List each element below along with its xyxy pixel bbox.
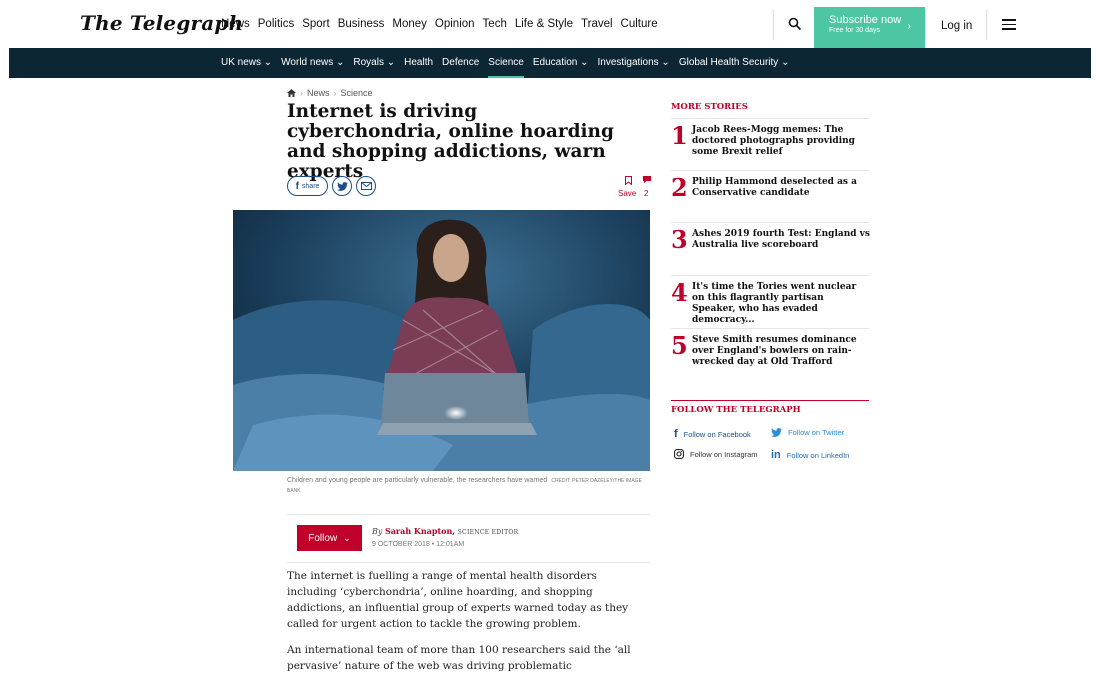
nav-tech[interactable]: Tech: [483, 18, 507, 30]
story-item[interactable]: 5 Steve Smith resumes dominance over Eng…: [671, 328, 869, 380]
follow-instagram-link[interactable]: Follow on Instagram: [674, 449, 758, 459]
home-icon[interactable]: [287, 89, 296, 97]
story-item[interactable]: 1 Jacob Rees-Mogg memes: The doctored ph…: [671, 118, 869, 170]
story-item[interactable]: 2 Philip Hammond deselected as a Conserv…: [671, 170, 869, 222]
follow-facebook-label: Follow on Facebook: [683, 429, 751, 439]
caption-text: Children and young people are particular…: [287, 477, 548, 484]
follow-linkedin-label: Follow on LinkedIn: [786, 450, 850, 460]
save-button[interactable]: Save: [618, 189, 636, 198]
follow-instagram-label: Follow on Instagram: [690, 449, 758, 459]
subnav-world-news[interactable]: World news ⌄: [281, 48, 344, 78]
twitter-icon: [771, 428, 782, 437]
subnav-defence[interactable]: Defence: [442, 48, 479, 78]
subscribe-button[interactable]: Subscribe now Free for 30 days ›: [814, 7, 925, 48]
breadcrumb: › News › Science: [287, 88, 373, 98]
author-role: SCIENCE EDITOR: [457, 529, 519, 536]
follow-author-button[interactable]: Follow ⌄: [297, 525, 362, 551]
story-number: 4: [671, 278, 688, 307]
divider: [287, 514, 650, 515]
breadcrumb-news[interactable]: News: [307, 88, 330, 98]
email-share-button[interactable]: [356, 176, 376, 196]
byline-prefix: By: [372, 527, 383, 536]
breadcrumb-separator: ›: [333, 88, 337, 98]
nav-life-style[interactable]: Life & Style: [515, 18, 573, 30]
story-number: 5: [671, 331, 688, 360]
story-title[interactable]: It's time the Tories went nuclear on thi…: [692, 282, 870, 326]
story-number: 2: [671, 173, 688, 202]
image-caption: Children and young people are particular…: [287, 476, 647, 496]
section-subnav: UK news ⌄ World news ⌄ Royals ⌄ Health D…: [9, 48, 1091, 78]
story-title[interactable]: Ashes 2019 fourth Test: England vs Austr…: [692, 229, 870, 251]
subnav-royals[interactable]: Royals ⌄: [353, 48, 395, 78]
main-nav: News Politics Sport Business Money Opini…: [221, 0, 666, 48]
follow-label: Follow: [308, 532, 338, 544]
more-stories-title: MORE STORIES: [671, 102, 748, 112]
story-number: 1: [671, 121, 688, 150]
article-paragraph: The internet is fuelling a range of ment…: [287, 570, 629, 630]
mail-icon: [360, 182, 372, 190]
story-item[interactable]: 4 It's time the Tories went nuclear on t…: [671, 275, 869, 328]
divider: [925, 10, 926, 40]
article-headline: Internet is driving cyberchondria, onlin…: [287, 101, 614, 182]
nav-opinion[interactable]: Opinion: [435, 18, 475, 30]
share-bar: f share: [287, 176, 376, 196]
divider: [773, 10, 774, 40]
subnav-health[interactable]: Health: [404, 48, 433, 78]
nav-sport[interactable]: Sport: [302, 18, 330, 30]
nav-money[interactable]: Money: [392, 18, 427, 30]
divider: [986, 10, 987, 40]
nav-business[interactable]: Business: [338, 18, 385, 30]
nav-news[interactable]: News: [221, 18, 250, 30]
linkedin-icon: in: [771, 449, 781, 461]
facebook-share-button[interactable]: f share: [287, 176, 328, 196]
hero-image: [233, 210, 650, 471]
follow-linkedin-link[interactable]: in Follow on LinkedIn: [771, 449, 849, 461]
publish-date: 9 OCTOBER 2018 • 12:01AM: [372, 541, 465, 548]
bookmark-icon[interactable]: [625, 176, 632, 185]
subnav-uk-news[interactable]: UK news ⌄: [221, 48, 272, 78]
facebook-icon: f: [674, 428, 678, 440]
nav-culture[interactable]: Culture: [621, 18, 658, 30]
story-item[interactable]: 3 Ashes 2019 fourth Test: England vs Aus…: [671, 222, 870, 275]
byline: By Sarah Knapton, SCIENCE EDITOR: [372, 526, 518, 536]
comment-count[interactable]: 2: [644, 189, 648, 198]
menu-icon[interactable]: [1002, 19, 1016, 30]
twitter-icon: [336, 181, 348, 191]
instagram-icon: [674, 449, 684, 459]
site-header: The Telegraph News Politics Sport Busine…: [0, 0, 1096, 48]
article-paragraph: An international team of more than 100 r…: [287, 644, 631, 672]
nav-travel[interactable]: Travel: [581, 18, 613, 30]
follow-twitter-label: Follow on Twitter: [788, 428, 845, 437]
breadcrumb-science[interactable]: Science: [341, 88, 373, 98]
facebook-icon: f: [295, 180, 299, 192]
follow-telegraph-title: FOLLOW THE TELEGRAPH: [671, 400, 869, 415]
nav-politics[interactable]: Politics: [258, 18, 294, 30]
story-title[interactable]: Steve Smith resumes dominance over Engla…: [692, 335, 870, 368]
subnav-science[interactable]: Science: [488, 48, 524, 78]
breadcrumb-separator: ›: [300, 88, 303, 98]
search-icon[interactable]: [788, 17, 802, 31]
story-title[interactable]: Philip Hammond deselected as a Conservat…: [692, 177, 870, 199]
subnav-global-health-security[interactable]: Global Health Security ⌄: [679, 48, 790, 78]
subnav-education[interactable]: Education ⌄: [533, 48, 589, 78]
twitter-share-button[interactable]: [332, 176, 352, 196]
subnav-investigations[interactable]: Investigations ⌄: [598, 48, 670, 78]
site-logo[interactable]: The Telegraph: [80, 11, 243, 35]
chevron-down-icon: ⌄: [343, 532, 351, 543]
author-name[interactable]: Sarah Knapton,: [385, 526, 455, 536]
story-number: 3: [671, 225, 688, 254]
chevron-right-icon: ›: [907, 21, 911, 32]
comment-icon[interactable]: [643, 176, 651, 184]
story-title[interactable]: Jacob Rees-Mogg memes: The doctored phot…: [692, 125, 870, 158]
divider: [287, 562, 650, 563]
share-label: share: [301, 182, 320, 190]
login-link[interactable]: Log in: [941, 20, 972, 32]
follow-facebook-link[interactable]: f Follow on Facebook: [674, 428, 751, 440]
follow-twitter-link[interactable]: Follow on Twitter: [771, 428, 844, 437]
